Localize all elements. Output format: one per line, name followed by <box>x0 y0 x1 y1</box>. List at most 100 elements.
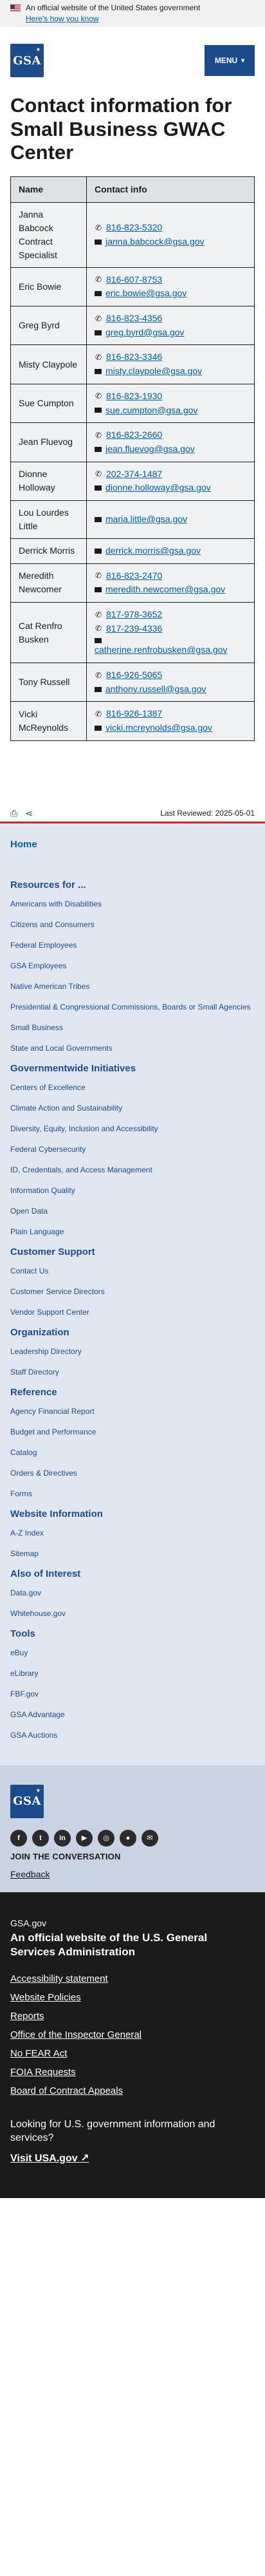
table-row: Dionne Holloway ✆ 202-374-1487 dionne.hollo… <box>10 461 255 501</box>
email-icon[interactable]: ✉ <box>142 1829 158 1847</box>
footer-link[interactable]: Centers of Excellence <box>10 1082 255 1093</box>
phone-link[interactable]: 816-926-5065 <box>106 668 162 682</box>
identifier-link[interactable]: Accessibility statement <box>10 1973 255 1984</box>
flickr-icon[interactable]: ● <box>120 1829 136 1847</box>
footer-link[interactable]: Budget and Performance <box>10 1426 255 1438</box>
footer-link[interactable]: Open Data <box>10 1205 255 1217</box>
footer-link[interactable]: Forms <box>10 1488 255 1500</box>
gsa-logo[interactable]: ★ GSA <box>10 44 44 77</box>
footer-link[interactable]: Information Quality <box>10 1185 255 1196</box>
agency-name: GSA.gov <box>10 1917 47 1928</box>
footer-link[interactable]: eLibrary <box>10 1668 255 1679</box>
footer-link[interactable]: Vendor Support Center <box>10 1306 255 1318</box>
footer-section-title: Reference <box>10 1386 57 1398</box>
identifier-link[interactable]: FOIA Requests <box>10 2067 255 2078</box>
email-link[interactable]: jean.fluevog@gsa.gov <box>105 442 195 456</box>
phone-link[interactable]: 816-823-1930 <box>106 390 162 404</box>
twitter-icon[interactable]: t <box>32 1829 49 1847</box>
footer-link[interactable]: Leadership Directory <box>10 1346 255 1357</box>
share-icon[interactable]: ⋖ <box>25 808 33 819</box>
identifier-link[interactable]: Reports <box>10 2011 255 2022</box>
footer-link[interactable]: Data.gov <box>10 1587 255 1599</box>
facebook-icon[interactable]: f <box>10 1829 27 1847</box>
email-link[interactable]: dionne.holloway@gsa.gov <box>105 481 211 495</box>
footer-home-link[interactable]: Home <box>10 831 255 876</box>
column-header-contact: Contact info <box>86 176 255 203</box>
footer-section-title: Governmentwide Initiatives <box>10 1062 136 1074</box>
phone-link[interactable]: 816-823-4356 <box>106 312 162 326</box>
email-icon <box>95 516 102 522</box>
footer-link[interactable]: Sitemap <box>10 1548 255 1559</box>
footer-link[interactable]: Staff Directory <box>10 1366 255 1378</box>
footer-link[interactable]: Presidential & Congressional Commissions… <box>10 1001 255 1013</box>
phone-link[interactable]: 817-239-4336 <box>106 622 162 636</box>
contact-info: ✆ 816-823-3346 misty.claypole@gsa.gov <box>86 344 255 384</box>
email-link[interactable]: sue.cumpton@gsa.gov <box>105 404 197 418</box>
phone-link[interactable]: 816-607-8753 <box>106 273 162 287</box>
footer-link[interactable]: Plain Language <box>10 1226 255 1237</box>
email-link[interactable]: vicki.mcreynolds@gsa.gov <box>105 721 212 735</box>
footer-link[interactable]: Diversity, Equity, Inclusion and Accessi… <box>10 1123 255 1134</box>
phone-link[interactable]: 817-978-3652 <box>106 608 162 622</box>
footer-link[interactable]: Agency Financial Report <box>10 1406 255 1417</box>
phone-link[interactable]: 816-926-1387 <box>106 707 162 721</box>
footer-link[interactable]: Americans with Disabilities <box>10 898 255 910</box>
phone-link[interactable]: 816-823-2660 <box>106 428 162 442</box>
footer-link[interactable]: Whitehouse.gov <box>10 1608 255 1619</box>
visit-usagov-link[interactable]: Visit USA.gov ↗ <box>10 2152 255 2165</box>
youtube-icon[interactable]: ▶ <box>76 1829 93 1847</box>
footer-link[interactable]: State and Local Governments <box>10 1042 255 1054</box>
footer-link[interactable]: Federal Employees <box>10 939 255 951</box>
identifier-link[interactable]: No FEAR Act <box>10 2048 255 2059</box>
phone-link[interactable]: 816-823-3346 <box>106 350 162 364</box>
identifier-link[interactable]: Office of the Inspector General <box>10 2029 255 2040</box>
identifier-link[interactable]: Website Policies <box>10 1992 255 2003</box>
linkedin-icon[interactable]: in <box>54 1829 71 1847</box>
footer-link[interactable]: eBuy <box>10 1647 255 1659</box>
footer-link[interactable]: GSA Advantage <box>10 1709 255 1720</box>
footer-link[interactable]: Customer Service Directors <box>10 1286 255 1297</box>
email-link[interactable]: meredith.newcomer@gsa.gov <box>105 583 225 597</box>
phone-icon: ✆ <box>95 223 102 232</box>
footer-link[interactable]: GSA Auctions <box>10 1729 255 1741</box>
footer-link[interactable]: A-Z Index <box>10 1527 255 1539</box>
contact-info: ✆ 816-926-5065 anthony.russell@gsa.gov <box>86 663 255 702</box>
menu-button[interactable]: MENU ▾ <box>205 45 255 76</box>
phone-link[interactable]: 202-374-1487 <box>106 467 162 482</box>
footer-link[interactable]: Citizens and Consumers <box>10 919 255 930</box>
email-link[interactable]: catherine.renfrobusken@gsa.gov <box>95 643 227 657</box>
footer-link[interactable]: Small Business <box>10 1022 255 1033</box>
footer-link[interactable]: Climate Action and Sustainability <box>10 1102 255 1114</box>
footer-link[interactable]: Orders & Directives <box>10 1467 255 1479</box>
email-link[interactable]: derrick.morris@gsa.gov <box>105 544 201 558</box>
footer-link[interactable]: Catalog <box>10 1447 255 1458</box>
instagram-icon[interactable]: ◎ <box>98 1829 114 1847</box>
contact-name: Misty Claypole <box>10 344 87 384</box>
email-icon <box>95 548 102 554</box>
footer-link[interactable]: GSA Employees <box>10 960 255 972</box>
table-row: Janna Babcock Contract Specialist ✆ 816-82… <box>10 202 255 268</box>
footer-link[interactable]: ID, Credentials, and Access Management <box>10 1164 255 1176</box>
footer-link[interactable]: Federal Cybersecurity <box>10 1143 255 1155</box>
footer-section: Reference Agency Financial Report Budget a… <box>10 1387 255 1500</box>
chevron-down-icon: ▾ <box>241 57 245 64</box>
footer-link[interactable]: FBF.gov <box>10 1688 255 1700</box>
contact-name: Lou Lourdes Little <box>10 500 87 539</box>
phone-link[interactable]: 816-823-2470 <box>106 569 162 583</box>
site-header: ★ GSA MENU ▾ <box>0 27 265 91</box>
email-link[interactable]: anthony.russell@gsa.gov <box>105 682 206 697</box>
identifier-link[interactable]: Board of Contract Appeals <box>10 2085 255 2096</box>
heres-how-you-know-link[interactable]: Here's how you know <box>26 14 255 23</box>
footer-link[interactable]: Native American Tribes <box>10 981 255 992</box>
email-link[interactable]: eric.bowie@gsa.gov <box>105 287 187 301</box>
feedback-link[interactable]: Feedback <box>10 1869 255 1879</box>
email-link[interactable]: janna.babcock@gsa.gov <box>105 235 205 249</box>
email-link[interactable]: greg.byrd@gsa.gov <box>105 326 184 340</box>
email-link[interactable]: misty.claypole@gsa.gov <box>105 364 202 379</box>
phone-link[interactable]: 816-823-5320 <box>106 221 162 235</box>
gsa-footer-logo[interactable]: ★ GSA <box>10 1784 44 1818</box>
email-link[interactable]: maria.little@gsa.gov <box>105 512 187 527</box>
footer-link[interactable]: Contact Us <box>10 1265 255 1277</box>
print-icon[interactable]: ⎙ <box>10 808 17 819</box>
contact-name: Tony Russell <box>10 663 87 702</box>
